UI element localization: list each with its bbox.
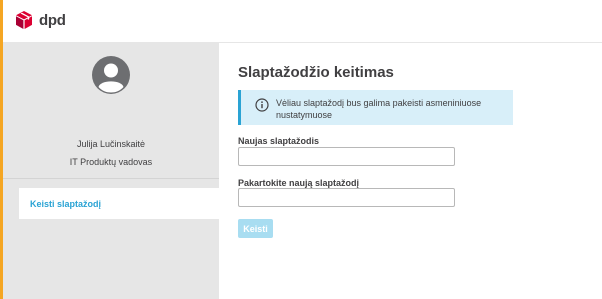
change-password-button[interactable]: Keisti (238, 219, 273, 238)
main-content: Slaptažodžio keitimas Vėliau slaptažodį … (219, 43, 602, 299)
info-text: Vėliau slaptažodį bus galima pakeisti as… (276, 98, 482, 120)
logo-text: dpd (39, 11, 66, 29)
sidebar-item-change-password[interactable]: Keisti slaptažodį (19, 188, 219, 219)
info-notice: Vėliau slaptažodį bus galima pakeisti as… (238, 90, 513, 125)
user-role: IT Produktų vadovas (69, 157, 153, 167)
top-header: dpd (3, 0, 602, 43)
info-icon (255, 98, 269, 112)
dpd-logo[interactable]: dpd (14, 10, 66, 30)
sidebar-item-label: Keisti slaptažodį (30, 198, 102, 209)
repeat-password-label: Pakartokite naują slaptažodį (238, 178, 360, 188)
dpd-cube-icon (16, 11, 32, 29)
sidebar-divider (3, 178, 219, 179)
new-password-field[interactable] (238, 147, 455, 166)
user-avatar-icon (92, 56, 130, 94)
repeat-password-field[interactable] (238, 188, 455, 207)
page-title: Slaptažodžio keitimas (238, 64, 394, 81)
sidebar: Julija Lučinskaitė IT Produktų vadovas K… (3, 43, 219, 299)
new-password-label: Naujas slaptažodis (238, 136, 320, 146)
user-name: Julija Lučinskaitė (76, 139, 146, 149)
